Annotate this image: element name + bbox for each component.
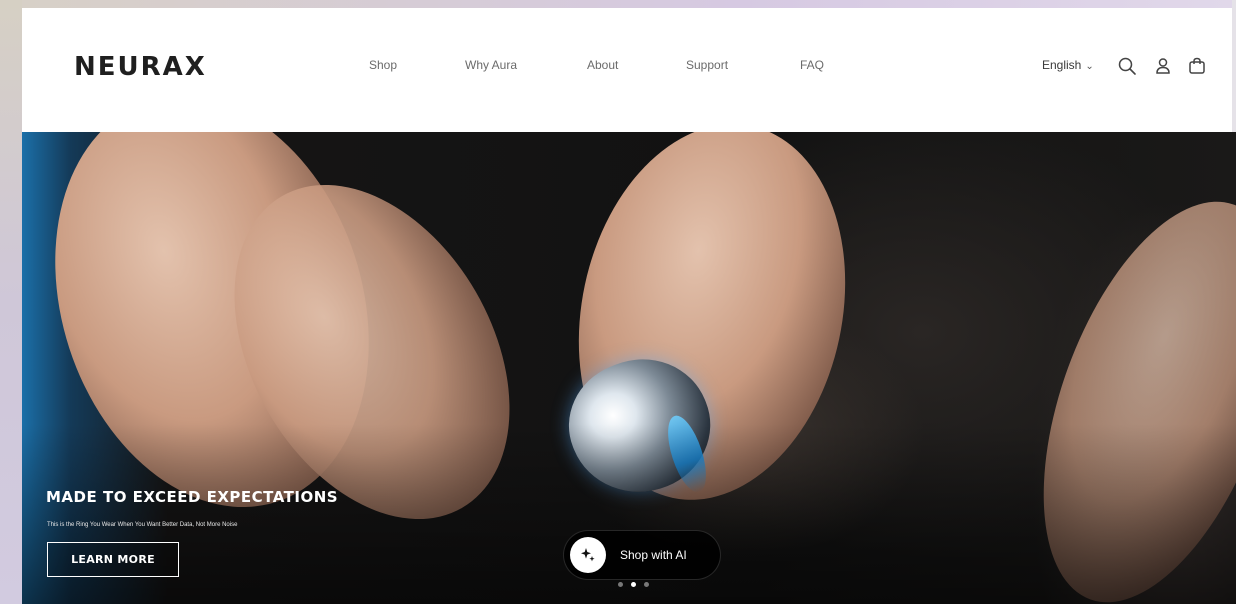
carousel-dot[interactable]	[644, 582, 649, 587]
language-label: English	[1042, 58, 1082, 72]
brand-logo[interactable]: NEURAX	[74, 52, 207, 82]
learn-more-button[interactable]: LEARN MORE	[47, 542, 179, 577]
chevron-down-icon: ⌄	[1085, 61, 1094, 72]
account-icon[interactable]	[1152, 55, 1174, 77]
language-selector[interactable]: English ⌄	[1042, 58, 1094, 72]
browser-frame-top	[0, 0, 1236, 8]
shop-with-ai-label: Shop with AI	[620, 548, 687, 562]
carousel-dot[interactable]	[618, 582, 623, 587]
site-header: NEURAX Shop Why Aura About Support FAQ E…	[22, 8, 1232, 132]
browser-frame-left	[0, 0, 22, 604]
search-icon[interactable]	[1116, 55, 1138, 77]
cart-icon[interactable]	[1186, 55, 1208, 77]
hero-heading: MADE TO EXCEED EXPECTATIONS	[46, 488, 339, 506]
nav-item-shop[interactable]: Shop	[369, 58, 397, 72]
carousel-dot-active[interactable]	[631, 582, 636, 587]
sparkle-icon	[570, 537, 606, 573]
carousel-dots	[618, 582, 649, 587]
hero-subheading: This is the Ring You Wear When You Want …	[47, 522, 238, 528]
nav-item-why-aura[interactable]: Why Aura	[465, 58, 517, 72]
hero-banner: MADE TO EXCEED EXPECTATIONS This is the …	[22, 132, 1236, 604]
nav-item-about[interactable]: About	[587, 58, 618, 72]
nav-item-support[interactable]: Support	[686, 58, 728, 72]
shop-with-ai-button[interactable]: Shop with AI	[563, 530, 721, 580]
nav-item-faq[interactable]: FAQ	[800, 58, 824, 72]
